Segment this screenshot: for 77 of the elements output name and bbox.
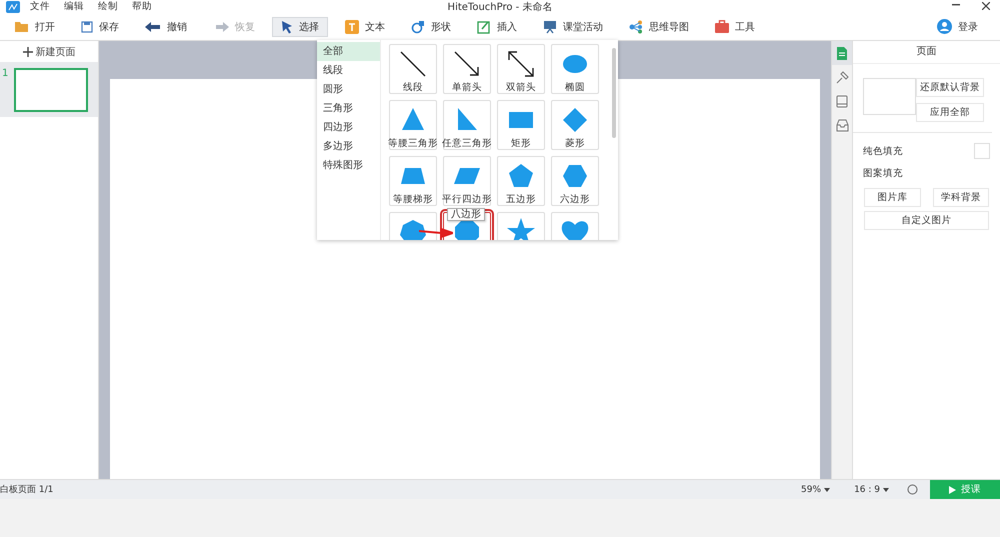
shape-option[interactable]: 矩形	[497, 100, 545, 150]
window-title: HiteTouchPro - 未命名	[448, 0, 552, 14]
caret-icon	[824, 488, 830, 492]
menu-item[interactable]: 绘制	[98, 0, 118, 13]
apply-all-button[interactable]: 应用全部	[916, 103, 984, 122]
new-page-button[interactable]: 新建页面	[0, 41, 98, 62]
zoom-dropdown[interactable]: 59%	[795, 484, 836, 496]
tools-icon	[715, 20, 729, 33]
layer-icon	[836, 94, 848, 108]
shape-option[interactable]: 线段	[389, 44, 437, 94]
tray-icon	[836, 118, 848, 132]
play-icon	[949, 486, 956, 494]
shape-option[interactable]: 等腰梯形	[389, 156, 437, 206]
pattern-fill-label: 图案填充	[863, 167, 903, 180]
shape-option[interactable]: 单箭头	[443, 44, 491, 94]
shape-category[interactable]: 四边形	[317, 118, 380, 137]
save-icon	[81, 20, 93, 32]
minimize-icon[interactable]	[952, 4, 960, 6]
image-library-button[interactable]: 图片库	[864, 188, 920, 207]
restore-background-button[interactable]: 还原默认背景	[916, 78, 984, 97]
tools-button[interactable]: 工具	[706, 16, 764, 36]
insert-icon	[477, 20, 491, 34]
page-tab[interactable]	[832, 41, 852, 65]
page-icon	[836, 46, 848, 60]
mindmap-button[interactable]: 思维导图	[620, 16, 698, 36]
background-preview	[863, 78, 916, 115]
redo-icon	[213, 20, 229, 32]
color-swatch[interactable]	[974, 143, 990, 159]
tooltip: 八边形	[447, 208, 485, 221]
panel-title: 页面	[853, 41, 1000, 64]
shape-category[interactable]: 三角形	[317, 99, 380, 118]
plus-icon	[22, 46, 32, 56]
select-icon	[281, 20, 293, 34]
shape-category[interactable]: 圆形	[317, 80, 380, 99]
pin-icon	[836, 70, 848, 84]
solid-fill-label: 纯色填充	[863, 144, 903, 158]
shape-option[interactable]: 六边形	[551, 156, 599, 206]
page-number: 1	[2, 68, 8, 81]
shape-option[interactable]: 任意三角形	[443, 100, 491, 150]
aspect-ratio-dropdown[interactable]: 16 : 9	[848, 484, 895, 496]
shape-category[interactable]: 多边形	[317, 137, 380, 156]
shape-option[interactable]: 等腰三角形	[389, 100, 437, 150]
activity-button[interactable]: 课堂活动	[534, 16, 612, 36]
text-icon	[345, 20, 359, 34]
page-info: 白板页面 1/1	[0, 484, 54, 496]
gesture-icon[interactable]	[907, 484, 918, 495]
shape-category[interactable]: 特殊图形	[317, 156, 380, 175]
shape-button[interactable]: 形状	[402, 16, 460, 36]
shape-option[interactable]: 双箭头	[497, 44, 545, 94]
open-button[interactable]: 打开	[6, 16, 64, 36]
shape-category[interactable]: 全部	[317, 42, 380, 61]
undo-icon	[145, 20, 161, 32]
pointer-arrow-annotation	[419, 228, 453, 238]
custom-image-button[interactable]: 自定义图片	[864, 211, 989, 230]
shape-category[interactable]: 线段	[317, 61, 380, 80]
shape-icon	[411, 20, 425, 34]
text-button[interactable]: 文本	[336, 16, 394, 36]
close-icon[interactable]	[982, 2, 990, 10]
select-button[interactable]: 选择	[272, 16, 328, 36]
menu-item[interactable]: 编辑	[64, 0, 84, 13]
subject-background-button[interactable]: 学科背景	[932, 188, 989, 207]
login-button[interactable]: 登录	[931, 18, 984, 35]
menu-item[interactable]: 文件	[30, 0, 50, 13]
shape-option[interactable]: 椭圆	[551, 44, 599, 94]
save-button[interactable]: 保存	[72, 16, 128, 36]
scrollbar[interactable]	[612, 48, 616, 138]
insert-button[interactable]: 插入	[468, 16, 526, 36]
shape-option[interactable]: 菱形	[551, 100, 599, 150]
undo-button[interactable]: 撤销	[136, 16, 196, 36]
shape-option[interactable]: 平行四边形	[443, 156, 491, 206]
shape-option[interactable]: 五边形	[497, 156, 545, 206]
open-icon	[15, 20, 29, 32]
caret-icon	[883, 488, 889, 492]
menu-item[interactable]: 帮助	[132, 0, 152, 13]
activity-icon	[543, 20, 557, 34]
user-avatar-icon	[937, 19, 952, 34]
mindmap-icon	[629, 20, 643, 34]
